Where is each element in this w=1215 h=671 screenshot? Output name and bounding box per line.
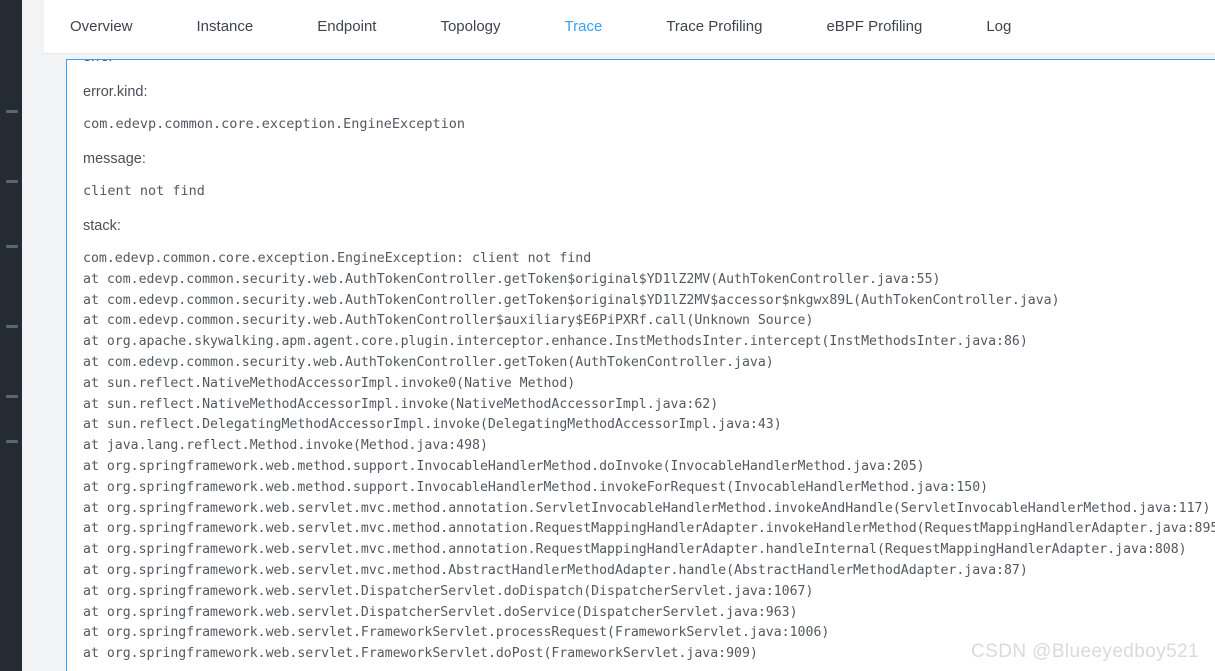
tab-topology[interactable]: Topology: [440, 0, 500, 54]
tab-ebpf-profiling[interactable]: eBPF Profiling: [826, 0, 922, 54]
stack-trace-line: at org.springframework.web.servlet.mvc.m…: [83, 500, 1211, 516]
error-message-label: message:: [83, 151, 146, 167]
trace-error-panel-inner: error error.kind: com.edevp.common.core.…: [83, 60, 1215, 665]
error-message-value: client not find: [83, 183, 205, 199]
service-tab-bar[interactable]: Overview Instance Endpoint Topology Trace Tra…: [44, 0, 1215, 54]
error-kind-value: com.edevp.common.core.exception.EngineEx…: [83, 116, 466, 132]
stack-trace-line: at sun.reflect.DelegatingMethodAccessorI…: [83, 417, 782, 433]
stack-trace-line: at org.springframework.web.servlet.mvc.m…: [83, 542, 1187, 558]
stack-trace-line: at org.springframework.web.servlet.mvc.m…: [83, 521, 1215, 537]
tab-log[interactable]: Log: [986, 0, 1011, 54]
rail-nav-item[interactable]: [6, 245, 18, 248]
stack-trace-line: at org.springframework.web.servlet.Dispa…: [83, 604, 798, 620]
stack-trace-line: at java.lang.reflect.Method.invoke(Metho…: [83, 438, 488, 454]
stack-trace-line: at sun.reflect.NativeMethodAccessorImpl.…: [83, 375, 576, 391]
left-nav-rail[interactable]: [0, 0, 22, 671]
stack-trace-line: at com.edevp.common.security.web.AuthTok…: [83, 271, 941, 287]
stack-trace-line: at sun.reflect.NativeMethodAccessorImpl.…: [83, 396, 719, 412]
stack-trace-line: at com.edevp.common.security.web.AuthTok…: [83, 313, 814, 329]
error-stack-label: stack:: [83, 218, 121, 234]
stack-trace-line: at org.springframework.web.method.suppor…: [83, 458, 925, 474]
rail-nav-item[interactable]: [6, 395, 18, 398]
trace-error-panel[interactable]: error error.kind: com.edevp.common.core.…: [66, 59, 1215, 671]
rail-nav-item[interactable]: [6, 325, 18, 328]
error-stack-trace: com.edevp.common.core.exception.EngineEx…: [83, 249, 1215, 665]
rail-nav-item[interactable]: [6, 180, 18, 183]
tab-endpoint[interactable]: Endpoint: [317, 0, 376, 54]
stack-trace-line: at org.apache.skywalking.apm.agent.core.…: [83, 334, 1028, 350]
stack-trace-line: com.edevp.common.core.exception.EngineEx…: [83, 251, 592, 266]
rail-nav-item[interactable]: [6, 110, 18, 113]
tab-trace[interactable]: Trace: [565, 0, 603, 54]
stack-trace-line: at com.edevp.common.security.web.AuthTok…: [83, 292, 1060, 308]
stack-trace-line: at org.springframework.web.servlet.Frame…: [83, 625, 830, 641]
stack-trace-line: at org.springframework.web.servlet.Dispa…: [83, 583, 814, 599]
stack-trace-line: at org.springframework.web.servlet.Frame…: [83, 646, 758, 662]
stack-trace-line: at com.edevp.common.security.web.AuthTok…: [83, 354, 774, 370]
trace-detail-wrapper: error error.kind: com.edevp.common.core.…: [44, 54, 1215, 671]
tab-trace-profiling[interactable]: Trace Profiling: [666, 0, 762, 54]
tab-instance[interactable]: Instance: [197, 0, 254, 54]
stack-trace-line: at org.springframework.web.method.suppor…: [83, 479, 989, 495]
app-root: Overview Instance Endpoint Topology Trace Tra…: [0, 0, 1215, 671]
rail-gutter: [22, 0, 44, 671]
tab-overview[interactable]: Overview: [70, 0, 133, 54]
error-section-title: error: [83, 60, 1215, 67]
rail-nav-item[interactable]: [6, 440, 18, 443]
main-content: Overview Instance Endpoint Topology Trace Tra…: [44, 0, 1215, 671]
error-kind-label: error.kind:: [83, 84, 148, 100]
stack-trace-line: at org.springframework.web.servlet.mvc.m…: [83, 562, 1028, 578]
